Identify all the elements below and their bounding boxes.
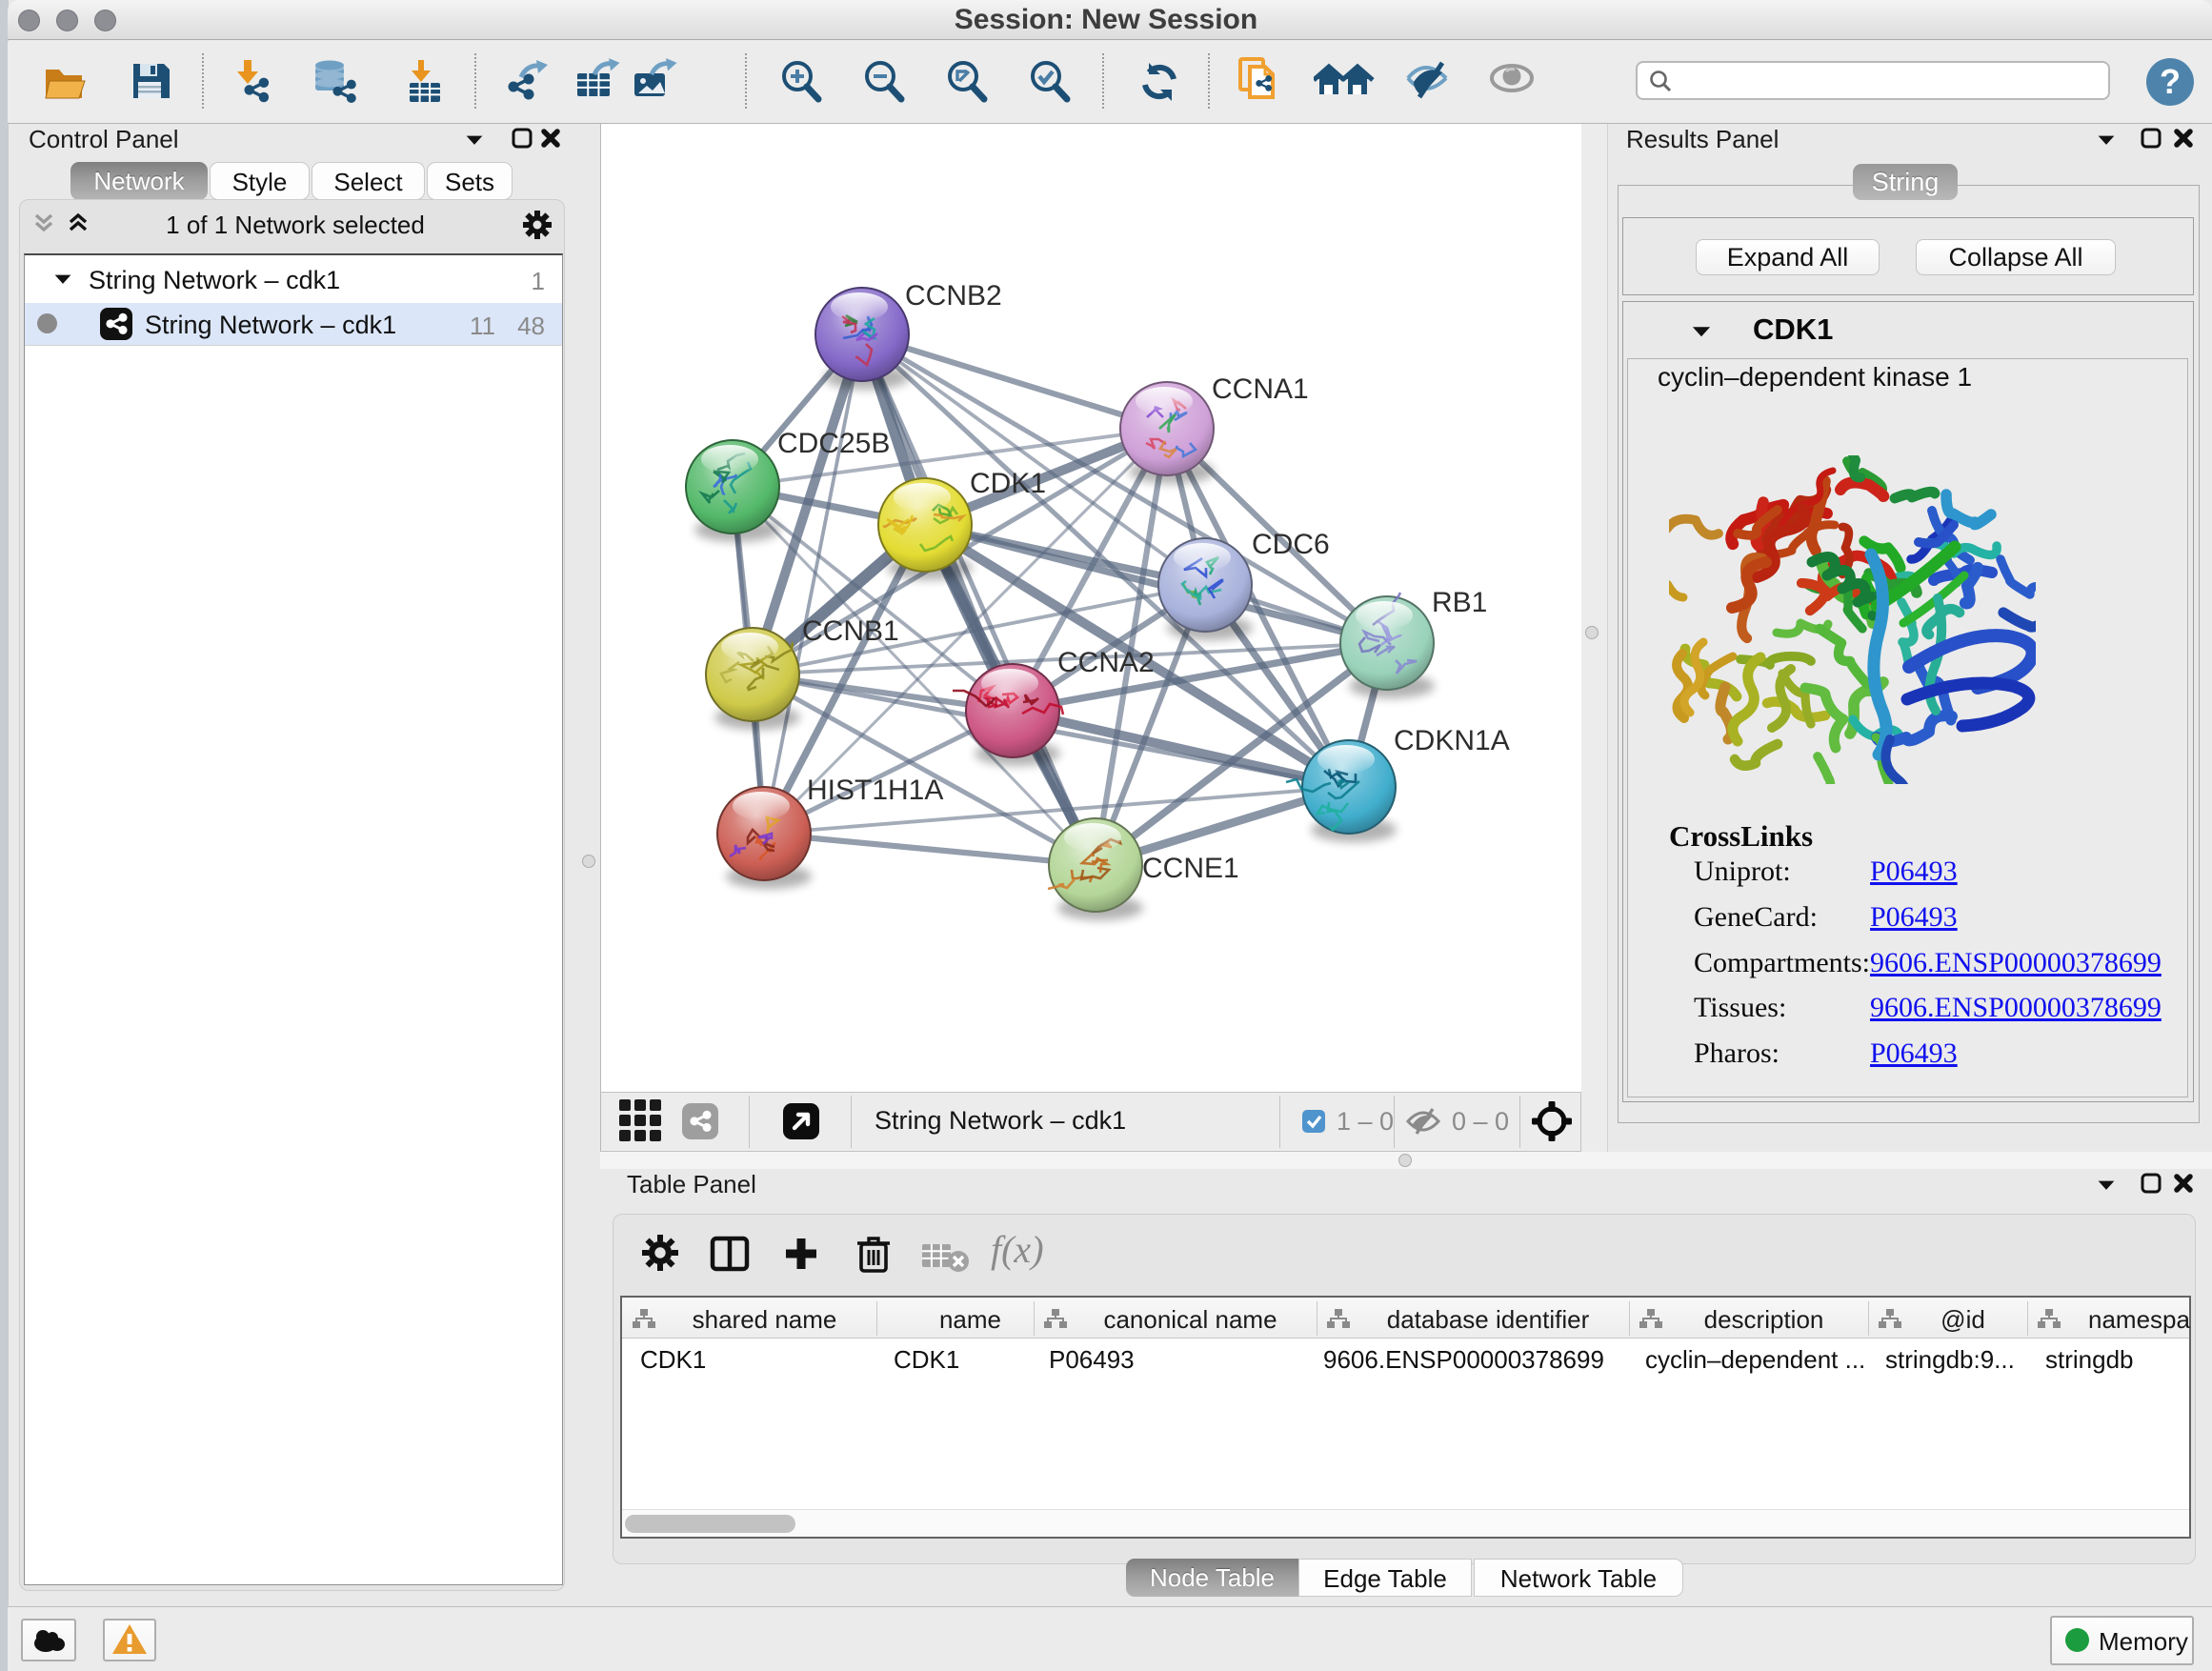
svg-text:CCNE1: CCNE1 [1142,853,1239,884]
svg-text:RB1: RB1 [1432,587,1487,618]
svg-text:CDC6: CDC6 [1252,529,1330,560]
svg-text:CCNB2: CCNB2 [905,280,1002,312]
svg-text:CDC25B: CDC25B [777,428,890,459]
svg-text:CCNA1: CCNA1 [1212,373,1309,405]
svg-text:CCNA2: CCNA2 [1057,647,1155,678]
svg-text:CCNB1: CCNB1 [802,615,899,647]
svg-text:CDK1: CDK1 [970,468,1046,499]
svg-text:CDKN1A: CDKN1A [1394,725,1510,756]
svg-text:HIST1H1A: HIST1H1A [807,775,943,806]
